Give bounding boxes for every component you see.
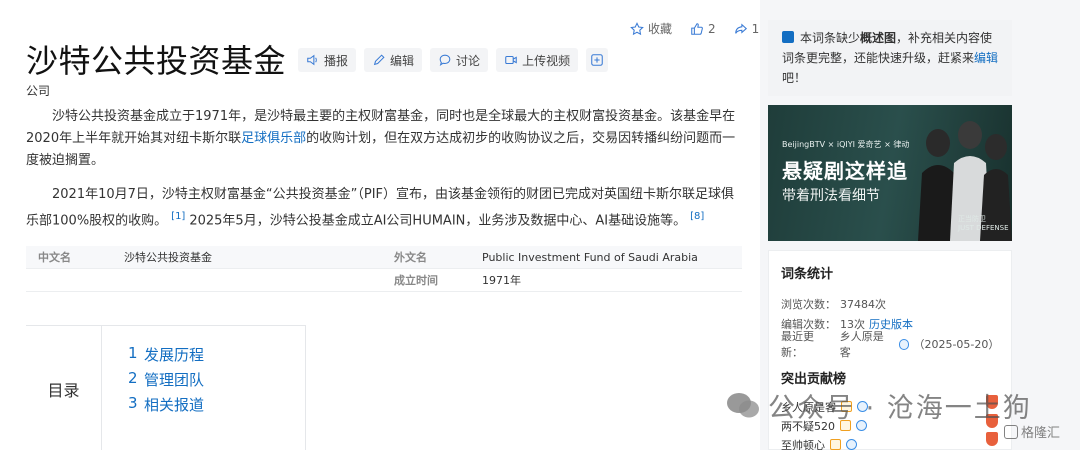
share-button[interactable]: 1: [734, 21, 760, 36]
toc-list: 1 发展历程 2 管理团队 3 相关报道: [128, 344, 204, 419]
toc-item-reports[interactable]: 3 相关报道: [128, 394, 204, 419]
contrib-title: 突出贡献榜: [781, 372, 847, 387]
contributor-level-icon: [846, 439, 857, 450]
toc-item-text: 发展历程: [144, 346, 205, 364]
toc-item-text: 管理团队: [144, 371, 205, 389]
ad-subline: 带着刑法看细节: [782, 188, 880, 204]
favorite-label: 收藏: [648, 22, 673, 36]
football-club-link[interactable]: 足球俱乐部: [241, 131, 306, 146]
summary-paragraph-2: 2021年10月7日，沙特主权财富基金“公共投资基金”（PIF）宣布，由该基金领…: [26, 184, 746, 232]
like-count: 2: [708, 21, 716, 36]
info-row: 中文名 沙特公共投资基金 外文名 Public Investment Fund …: [26, 246, 742, 269]
basic-info-table: 中文名 沙特公共投资基金 外文名 Public Investment Fund …: [26, 246, 742, 292]
corner-watermark: 格隆汇: [1004, 422, 1060, 441]
article-main: 收藏 2 1 沙特公共投资基金 播报 编辑 讨论 上传视频 公司 沙特公共投资基…: [0, 0, 760, 450]
updated-label: 最近更新：: [781, 330, 814, 359]
add-button[interactable]: [586, 48, 609, 72]
info-value-foreign-name: Public Investment Fund of Saudi Arabia: [482, 250, 698, 264]
edit-square-icon: [782, 31, 794, 43]
p2-text-b: 2025年5月，沙特公投基金成立AI公司HUMAIN，业务涉及数据中心、AI基础…: [189, 213, 687, 229]
table-of-contents: 目录 1 发展历程 2 管理团队 3 相关报道: [26, 325, 306, 450]
summary-paragraph-1: 沙特公共投资基金成立于1971年，是沙特最主要的主权财富基金，同时也是全球最大的…: [26, 106, 746, 172]
star-icon: [630, 21, 644, 35]
ad-headline: 悬疑剧这样追: [782, 159, 908, 183]
contributor-badge-icon: [841, 401, 852, 412]
discuss-label: 讨论: [456, 53, 481, 68]
missing-overview-notice: 本词条缺少概述图，补充相关内容使词条更完整，还能快速升级，赶紧来编辑吧！: [768, 20, 1012, 96]
edit-button[interactable]: 编辑: [364, 48, 423, 72]
discuss-button[interactable]: 讨论: [430, 48, 489, 72]
notice-edit-link[interactable]: 编辑: [974, 51, 998, 65]
ad-caption: 正当防卫 JUST DEFENSE: [958, 215, 1009, 232]
favorite-button[interactable]: 收藏: [630, 20, 672, 37]
thumbs-up-icon: [691, 22, 703, 35]
info-key-foreign-name: 外文名: [394, 251, 427, 264]
edit-label: 编辑: [390, 53, 415, 68]
updated-date: （2025-05-20）: [913, 338, 1000, 351]
entry-stats-panel: 词条统计 浏览次数： 37484次 编辑次数： 13次 历史版本 最近更新： 乡人…: [768, 250, 1012, 450]
notice-text-a: 本词条缺少: [800, 31, 861, 45]
page-title: 沙特公共投资基金: [26, 42, 287, 80]
corner-watermark-text: 格隆汇: [1021, 426, 1061, 441]
info-value-founded: 1971年: [482, 274, 521, 287]
stat-views: 浏览次数： 37484次: [781, 294, 999, 314]
views-value: 37484次: [840, 298, 886, 311]
chat-bubble-icon: [439, 54, 451, 67]
reference-1-link[interactable]: [1]: [171, 211, 185, 222]
upload-video-button[interactable]: 上传视频: [496, 48, 579, 72]
toc-item-text: 相关报道: [144, 396, 205, 414]
like-button[interactable]: 2: [690, 22, 716, 36]
stats-title: 词条统计: [781, 267, 834, 282]
info-value-chinese-name: 沙特公共投资基金: [124, 251, 212, 264]
entry-toolbar: 播报 编辑 讨论 上传视频: [298, 48, 609, 72]
toc-item-history[interactable]: 1 发展历程: [128, 344, 204, 369]
rank-shield-icon: [986, 414, 998, 428]
upload-video-label: 上传视频: [522, 53, 571, 68]
share-count: 1: [751, 21, 760, 36]
logo-icon: [1004, 424, 1018, 439]
toc-item-number: 3: [128, 394, 138, 412]
user-level-icon: [898, 338, 910, 350]
title-row: 沙特公共投资基金 播报 编辑 讨论 上传视频: [26, 36, 609, 82]
contributor-badge-icon: [840, 420, 851, 431]
pencil-icon: [373, 54, 385, 66]
share-icon: [734, 22, 747, 34]
rank-shield-icon: [986, 395, 998, 409]
contributor-item[interactable]: 至帅顿心: [781, 435, 999, 450]
info-key-founded: 成立时间: [394, 274, 438, 287]
entry-subtitle: 公司: [26, 84, 51, 98]
broadcast-button[interactable]: 播报: [298, 48, 357, 72]
info-key-chinese-name: 中文名: [38, 251, 71, 264]
contributor-name: 两不疑520: [781, 419, 835, 433]
reference-8-link[interactable]: [8]: [690, 211, 704, 222]
stat-updated: 最近更新： 乡人原是客 （2025-05-20）: [781, 330, 1000, 359]
sidebar-ad-banner[interactable]: BeijingBTV × iQIYI 爱奇艺 × 律动 悬疑剧这样追 带着刑法看…: [768, 105, 1012, 241]
contributor-badge-icon: [830, 439, 841, 450]
contributor-item[interactable]: 两不疑520: [781, 416, 999, 435]
contributor-name: 至帅顿心: [781, 438, 825, 450]
toc-label: 目录: [26, 326, 102, 450]
info-row: 成立时间 1971年: [26, 269, 742, 292]
ad-brands: BeijingBTV × iQIYI 爱奇艺 × 律动: [782, 140, 910, 149]
entry-actions: 收藏 2 1: [630, 20, 759, 37]
speaker-icon: [307, 54, 317, 66]
toc-item-management[interactable]: 2 管理团队: [128, 369, 204, 394]
updated-user-link[interactable]: 乡人原是客: [840, 328, 895, 360]
plus-square-icon: [591, 54, 603, 66]
rank-shield-icon: [986, 432, 998, 446]
video-icon: [505, 55, 517, 65]
views-label: 浏览次数：: [781, 298, 836, 311]
contributor-name: 乡人原是客: [781, 400, 836, 414]
contributor-level-icon: [856, 420, 867, 431]
contributor-level-icon: [857, 401, 868, 412]
notice-text-c: 吧！: [782, 71, 807, 85]
broadcast-label: 播报: [324, 53, 349, 68]
notice-bold: 概述图: [860, 31, 897, 45]
toc-item-number: 2: [128, 369, 138, 387]
toc-item-number: 1: [128, 344, 138, 362]
contributor-item[interactable]: 乡人原是客: [781, 397, 999, 416]
